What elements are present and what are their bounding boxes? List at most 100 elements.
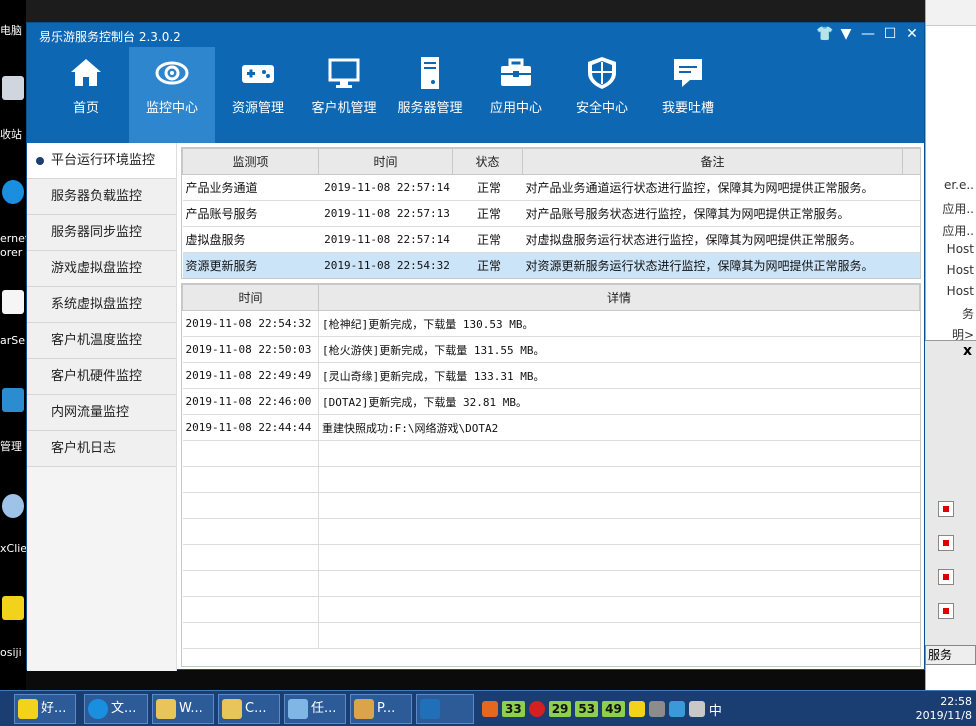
taskbar-label: W... xyxy=(179,701,203,716)
side-item-client-log[interactable]: 客户机日志 xyxy=(27,431,176,467)
desktop-icon-recycle[interactable]: 收站 xyxy=(0,126,26,142)
clock[interactable]: 22:58 2019/11/8 xyxy=(916,695,972,723)
desktop-icon-osiji[interactable]: osiji xyxy=(0,646,26,659)
side-item-server-load[interactable]: 服务器负载监控 xyxy=(27,179,176,215)
table-row[interactable]: 2019-11-08 22:49:49 [灵山奇缘]更新完成，下载量 133.3… xyxy=(182,362,920,389)
desktop-icon-ie-2[interactable]: orer xyxy=(0,246,26,259)
recycle-bin-icon[interactable] xyxy=(2,76,24,100)
nav-security[interactable]: 安全中心 xyxy=(559,47,645,143)
tray-counter[interactable]: 33 xyxy=(502,701,525,717)
skin-icon[interactable]: 👕 xyxy=(816,26,833,42)
cell-time: 2019-11-08 22:49:49 xyxy=(182,362,319,389)
ime-indicator[interactable]: 中 xyxy=(709,700,722,719)
side-item-lan-traffic[interactable]: 内网流量监控 xyxy=(27,395,176,431)
nav-resources[interactable]: 资源管理 xyxy=(215,47,301,143)
driver-icon[interactable] xyxy=(2,596,24,620)
column-header[interactable]: 备注 xyxy=(522,148,903,175)
table-row[interactable]: 产品业务通道 2019-11-08 22:57:14 正常 对产品业务通道运行状… xyxy=(182,174,920,201)
column-header[interactable]: 监测项 xyxy=(182,148,319,175)
column-header[interactable]: 状态 xyxy=(452,148,523,175)
desktop-icon-starse[interactable]: arSe xyxy=(0,334,26,347)
tray-error-icon[interactable] xyxy=(528,701,545,717)
side-item-label: 客户机硬件监控 xyxy=(51,369,143,384)
tray-app-icon[interactable] xyxy=(482,701,498,717)
taskbar-button-taskmgr[interactable]: 任... xyxy=(284,694,346,724)
table-row[interactable]: 2019-11-08 22:50:03 [枪火游侠]更新完成，下载量 131.5… xyxy=(182,336,920,363)
table-row[interactable]: 2019-11-08 22:54:32 [枪神纪]更新完成，下载量 130.53… xyxy=(182,310,920,337)
checkbox[interactable] xyxy=(938,501,954,517)
desktop-icon-label: ernet xyxy=(0,232,26,245)
minimize-button[interactable]: — xyxy=(860,26,876,42)
desktop-icon-client[interactable]: xClie xyxy=(0,542,26,555)
titlebar: 易乐游服务控制台 2.3.0.2 👕 ▼ — ☐ ✕ 首页 监控中心 资源管理 … xyxy=(27,23,924,143)
cell-time: 2019-11-08 22:46:00 xyxy=(182,388,319,415)
side-item-system-vdisk[interactable]: 系统虚拟盘监控 xyxy=(27,287,176,323)
column-header[interactable]: 详情 xyxy=(318,284,920,311)
close-button[interactable]: ✕ xyxy=(904,26,920,42)
tray-speaker-icon[interactable] xyxy=(688,701,705,717)
nav-feedback[interactable]: 我要吐槽 xyxy=(645,47,731,143)
app-title: 易乐游服务控制台 2.3.0.2 xyxy=(39,30,181,44)
desktop-icon-label: xClie xyxy=(0,542,26,555)
tray-counter[interactable]: 53 xyxy=(575,701,599,717)
tray-network-icon[interactable] xyxy=(668,701,685,717)
side-item-label: 内网流量监控 xyxy=(51,405,130,420)
nav-servers[interactable]: 服务器管理 xyxy=(387,47,473,143)
table-row[interactable]: 2019-11-08 22:44:44 重建快照成功:F:\网络游戏\DOTA2 xyxy=(182,414,920,441)
taskbar-button-ie[interactable]: 文... xyxy=(84,694,148,724)
table-row-selected[interactable]: 资源更新服务 2019-11-08 22:54:32 正常 对资源更新服务运行状… xyxy=(182,252,920,278)
disc-icon[interactable] xyxy=(2,494,24,518)
desktop-icon-ie[interactable]: ernet xyxy=(0,232,26,245)
tray-driver-icon[interactable] xyxy=(628,701,645,717)
checkbox[interactable] xyxy=(938,569,954,585)
empty-cell xyxy=(182,570,319,597)
maximize-button[interactable]: ☐ xyxy=(882,26,898,42)
nav-clients[interactable]: 客户机管理 xyxy=(301,47,387,143)
cell-note: 对资源更新服务运行状态进行监控，保障其为网吧提供正常服务。 xyxy=(522,252,903,278)
taskbar-button-folder-c[interactable]: C... xyxy=(218,694,280,724)
tray-misc-icon[interactable] xyxy=(648,701,665,717)
cell-spacer xyxy=(902,252,920,278)
column-header[interactable]: 时间 xyxy=(318,148,453,175)
monitor-table: 监测项 时间 状态 备注 产品业务通道 2019-11-08 22:57:14 … xyxy=(182,148,920,278)
server-icon xyxy=(412,55,448,91)
gamepad-icon xyxy=(240,55,276,91)
menu-icon[interactable]: ▼ xyxy=(838,26,854,42)
ie-icon[interactable] xyxy=(2,180,24,204)
column-header[interactable]: 时间 xyxy=(182,284,319,311)
desktop-icon-manage[interactable]: 管理 xyxy=(0,438,26,454)
side-item-client-temp[interactable]: 客户机温度监控 xyxy=(27,323,176,359)
service-button[interactable]: 服务 xyxy=(925,645,976,665)
nav-home[interactable]: 首页 xyxy=(43,47,129,143)
side-item-platform-env[interactable]: 平台运行环境监控 xyxy=(27,143,176,179)
cell-time: 2019-11-08 22:54:32 xyxy=(318,252,453,278)
checkbox[interactable] xyxy=(938,603,954,619)
file-icon[interactable] xyxy=(2,290,24,314)
taskbar-button-driver[interactable]: 好... xyxy=(14,694,76,724)
side-item-client-hardware[interactable]: 客户机硬件监控 xyxy=(27,359,176,395)
side-item-game-vdisk[interactable]: 游戏虚拟盘监控 xyxy=(27,251,176,287)
content-area: 监测项 时间 状态 备注 产品业务通道 2019-11-08 22:57:14 … xyxy=(181,147,921,667)
desktop-icon-computer[interactable]: 电脑 xyxy=(0,22,26,38)
cell-status: 正常 xyxy=(452,200,523,227)
tray-counter[interactable]: 29 xyxy=(548,701,572,717)
table-row[interactable]: 2019-11-08 22:46:00 [DOTA2]更新完成，下载量 32.8… xyxy=(182,388,920,415)
background-window-line: er.e.. xyxy=(943,178,974,192)
taskbar-button-app[interactable] xyxy=(416,694,474,724)
taskbar-label: 任... xyxy=(311,701,337,716)
table-row[interactable]: 虚拟盘服务 2019-11-08 22:57:14 正常 对虚拟盘服务运行状态进… xyxy=(182,226,920,253)
close-icon[interactable]: x xyxy=(963,343,972,359)
taskbar-button-paint[interactable]: P... xyxy=(350,694,412,724)
checkbox[interactable] xyxy=(938,535,954,551)
taskbar: 好... 文... W... C... 任... P... 33 29 53 4… xyxy=(0,690,976,726)
network-icon[interactable] xyxy=(2,388,24,412)
taskbar-button-folder-w[interactable]: W... xyxy=(152,694,214,724)
cell-item: 虚拟盘服务 xyxy=(182,226,319,253)
nav-monitor[interactable]: 监控中心 xyxy=(129,47,215,143)
tray-counter[interactable]: 49 xyxy=(602,701,625,717)
nav-apps[interactable]: 应用中心 xyxy=(473,47,559,143)
table-row[interactable]: 产品账号服务 2019-11-08 22:57:13 正常 对产品账号服务状态进… xyxy=(182,200,920,227)
cell-item: 产品账号服务 xyxy=(182,200,319,227)
side-item-server-sync[interactable]: 服务器同步监控 xyxy=(27,215,176,251)
taskbar-label: 文... xyxy=(111,701,137,716)
